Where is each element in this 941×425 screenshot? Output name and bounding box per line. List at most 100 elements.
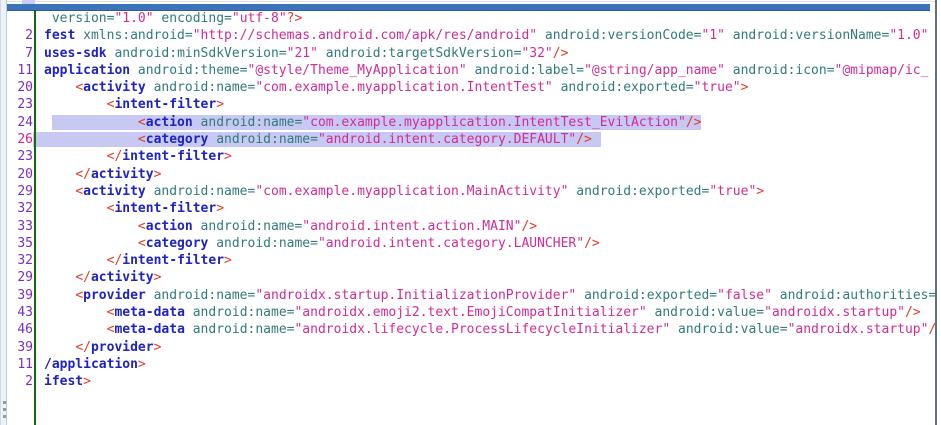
code-line[interactable]: 33 <action android:name="android.intent.…	[8, 218, 935, 235]
code-text: application android:theme="@style/Theme_…	[33, 62, 928, 79]
line-number: 20	[8, 166, 33, 183]
code-token: android:name=	[216, 132, 318, 147]
code-token: >	[224, 253, 232, 268]
code-line[interactable]: 11/application>	[8, 356, 935, 373]
code-line[interactable]: 7uses-sdk android:minSdkVersion="21" and…	[8, 45, 935, 62]
code-line[interactable]: 29 </activity>	[8, 269, 935, 286]
code-token	[725, 28, 733, 43]
code-token: </	[107, 253, 123, 268]
code-text: <meta-data android:name="androidx.emoji2…	[33, 304, 921, 321]
code-token: <	[138, 236, 146, 251]
code-token	[537, 28, 545, 43]
code-line[interactable]: 29 <activity android:name="com.example.m…	[8, 183, 935, 200]
code-line[interactable]: 32 <intent-filter>	[8, 200, 935, 217]
code-line[interactable]: 39 <provider android:name="androidx.star…	[8, 287, 935, 304]
code-token: >	[83, 374, 91, 389]
code-token	[193, 219, 201, 234]
line-number: 46	[8, 321, 33, 338]
selection-highlight: <category android:name="android.intent.c…	[33, 132, 601, 147]
code-token: action	[146, 115, 193, 130]
code-token: android:icon=	[733, 63, 835, 78]
code-line[interactable]: 20 <activity android:name="com.example.m…	[8, 79, 935, 96]
code-line[interactable]: 35 <category android:name="android.inten…	[8, 235, 935, 252]
code-line[interactable]: 46 <meta-data android:name="androidx.lif…	[8, 321, 935, 338]
code-token: "com.example.myapplication.IntentTest"	[255, 80, 552, 95]
code-line[interactable]: 23 <intent-filter>	[8, 96, 935, 113]
code-token: >	[741, 80, 749, 95]
code-line[interactable]: 23 </intent-filter>	[8, 148, 935, 165]
code-token	[52, 115, 138, 130]
code-token: />	[584, 236, 600, 251]
code-token: <	[75, 288, 83, 303]
code-line[interactable]: 20 </activity>	[8, 166, 935, 183]
xml-code-editor[interactable]: version="1.0" encoding="utf-8"?>2fest xm…	[8, 10, 935, 425]
code-token: </	[75, 270, 91, 285]
line-number: 23	[8, 96, 33, 113]
code-token: "32"	[521, 46, 552, 61]
code-token	[44, 219, 138, 234]
code-text: <category android:name="android.intent.c…	[33, 235, 600, 252]
code-token: /application	[44, 357, 138, 372]
code-line[interactable]: version="1.0" encoding="utf-8"?>	[8, 10, 935, 27]
line-number: 2	[8, 27, 33, 44]
code-token: "androidx.emoji2.text.EmojiCompatInitial…	[294, 305, 646, 320]
grip-dot	[3, 408, 6, 411]
code-token: activity	[83, 184, 146, 199]
code-token	[146, 288, 154, 303]
code-token: "1.0"	[889, 28, 928, 43]
code-token	[44, 236, 138, 251]
code-token: android:minSdkVersion=	[114, 46, 286, 61]
line-number: 39	[8, 287, 33, 304]
code-token: intent-filter	[122, 253, 224, 268]
line-number: 29	[8, 183, 33, 200]
code-rows: version="1.0" encoding="utf-8"?>2fest xm…	[8, 10, 935, 391]
code-text: <activity android:name="com.example.myap…	[33, 79, 748, 96]
code-line[interactable]: 2fest xmlns:android="http://schemas.andr…	[8, 27, 935, 44]
code-token: />	[521, 219, 537, 234]
code-line[interactable]: 39 </provider>	[8, 339, 935, 356]
code-token	[146, 184, 154, 199]
code-text: </provider>	[33, 339, 161, 356]
code-line[interactable]: 2ifest>	[8, 373, 935, 390]
gutter-separator-line	[34, 10, 36, 425]
code-token: <	[138, 219, 146, 234]
code-token: "utf-8"	[232, 11, 287, 26]
code-token: "android.intent.action.MAIN"	[302, 219, 521, 234]
code-token: android:versionCode=	[545, 28, 702, 43]
code-line[interactable]: 24 <action android:name="com.example.mya…	[8, 114, 935, 131]
code-token	[647, 305, 655, 320]
code-token	[130, 63, 138, 78]
left-splitter-handle[interactable]	[0, 0, 7, 425]
code-token: android:authorities=	[780, 288, 935, 303]
code-token: action	[146, 219, 193, 234]
code-token	[44, 97, 107, 112]
code-token	[670, 322, 678, 337]
line-number: 20	[8, 79, 33, 96]
code-token: activity	[91, 167, 154, 182]
code-token: "21"	[287, 46, 318, 61]
code-token: android:theme=	[138, 63, 248, 78]
line-number: 2	[8, 373, 33, 390]
code-token: intent-filter	[114, 97, 216, 112]
code-line[interactable]: 11application android:theme="@style/Them…	[8, 62, 935, 79]
code-token	[44, 340, 75, 355]
code-token: android:name=	[201, 219, 303, 234]
code-text: <action android:name="com.example.myappl…	[33, 114, 701, 131]
code-text: </activity>	[33, 269, 161, 286]
code-token: activity	[83, 80, 146, 95]
code-token: <	[75, 80, 83, 95]
code-token: version=	[52, 11, 115, 26]
code-line[interactable]: 32 </intent-filter>	[8, 252, 935, 269]
code-token	[75, 28, 83, 43]
code-line[interactable]: 43 <meta-data android:name="androidx.emo…	[8, 304, 935, 321]
code-token: />	[576, 132, 592, 147]
code-token: encoding=	[161, 11, 231, 26]
code-token: "androidx.startup.InitializationProvider…	[255, 288, 576, 303]
code-text: </intent-filter>	[33, 148, 232, 165]
code-token: "false"	[717, 288, 772, 303]
code-token: category	[146, 236, 209, 251]
code-token: android:name=	[154, 184, 256, 199]
code-line[interactable]: 26 <category android:name="android.inten…	[8, 131, 935, 148]
code-token: android:exported=	[576, 184, 709, 199]
code-token	[44, 305, 107, 320]
